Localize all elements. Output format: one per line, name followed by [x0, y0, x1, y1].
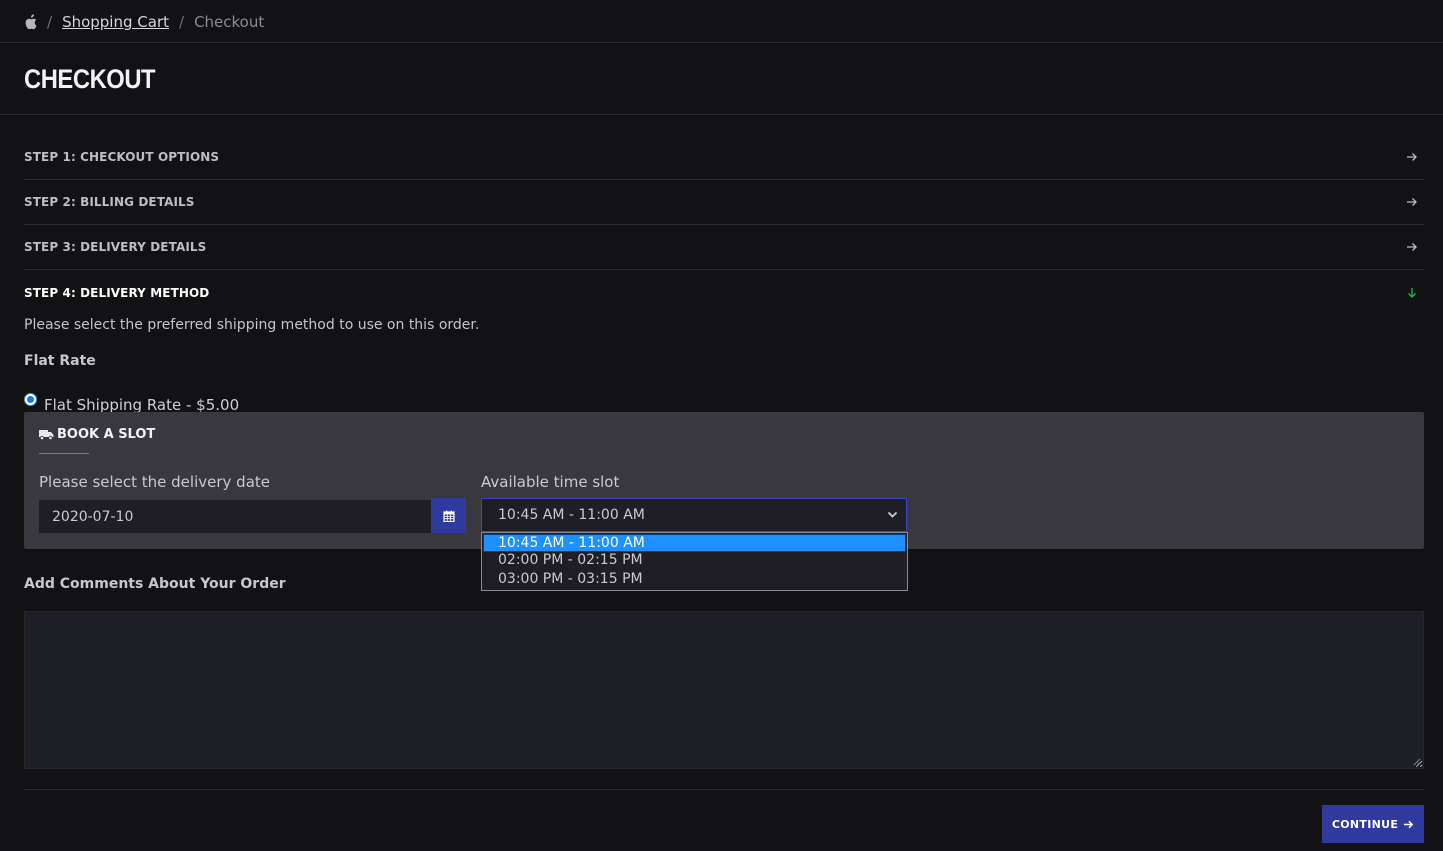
heading-underline — [39, 453, 89, 454]
breadcrumb-shopping-cart-link[interactable]: Shopping Cart — [62, 13, 169, 31]
step-checkout-options[interactable]: STEP 1: CHECKOUT OPTIONS — [24, 135, 1424, 180]
step-label: STEP 4: DELIVERY METHOD — [24, 285, 210, 300]
time-slot-option[interactable]: 10:45 AM - 11:00 AM — [483, 534, 906, 552]
step-label: STEP 3: DELIVERY DETAILS — [24, 240, 207, 254]
resize-handle-icon[interactable] — [1413, 758, 1421, 766]
delivery-date-input[interactable] — [39, 500, 431, 533]
title-divider — [0, 114, 1443, 115]
comments-textarea[interactable] — [24, 611, 1424, 769]
step-label: STEP 1: CHECKOUT OPTIONS — [24, 150, 220, 164]
book-slot-panel: BOOK A SLOT Please select the delivery d… — [24, 412, 1424, 549]
time-slot-select[interactable]: 10:45 AM - 11:00 AM — [481, 498, 907, 532]
page-title: CHECKOUT — [24, 64, 156, 94]
book-slot-heading: BOOK A SLOT — [39, 427, 155, 442]
book-slot-title: BOOK A SLOT — [57, 427, 156, 442]
time-slot-dropdown: 10:45 AM - 11:00 AM 02:00 PM - 02:15 PM … — [481, 532, 908, 591]
footer-divider — [24, 789, 1424, 790]
step-delivery-method[interactable]: STEP 4: DELIVERY METHOD — [24, 270, 1424, 315]
time-slot-label: Available time slot — [481, 473, 620, 491]
shipping-method-title: Flat Rate — [24, 353, 96, 369]
arrow-right-icon — [1407, 243, 1417, 251]
truck-icon — [39, 430, 54, 440]
arrow-right-icon — [1407, 198, 1417, 206]
calendar-icon — [442, 510, 455, 522]
breadcrumb: / Shopping Cart / Checkout — [24, 10, 264, 34]
time-slot-option[interactable]: 03:00 PM - 03:15 PM — [482, 570, 907, 589]
time-slot-option[interactable]: 02:00 PM - 02:15 PM — [482, 551, 907, 570]
checkout-page: / Shopping Cart / Checkout CHECKOUT STEP… — [0, 0, 1443, 851]
calendar-button[interactable] — [431, 498, 466, 533]
comments-label: Add Comments About Your Order — [24, 576, 286, 592]
header-divider — [0, 42, 1443, 43]
apple-icon[interactable] — [24, 14, 37, 30]
continue-label: CONTINUE — [1331, 817, 1399, 831]
continue-button[interactable]: CONTINUE — [1322, 805, 1424, 843]
arrow-right-icon — [1404, 820, 1414, 828]
delivery-instructions: Please select the preferred shipping met… — [24, 317, 480, 333]
chevron-down-icon — [887, 511, 898, 518]
step-billing-details[interactable]: STEP 2: BILLING DETAILS — [24, 180, 1424, 225]
breadcrumb-separator: / — [47, 13, 53, 31]
flat-rate-option[interactable]: Flat Shipping Rate - $5.00 — [24, 388, 239, 414]
arrow-right-icon — [1407, 153, 1417, 161]
flat-rate-radio[interactable] — [24, 392, 37, 406]
step-label: STEP 2: BILLING DETAILS — [24, 195, 195, 209]
step-delivery-details[interactable]: STEP 3: DELIVERY DETAILS — [24, 225, 1424, 270]
arrow-down-icon — [1408, 287, 1416, 298]
breadcrumb-current: Checkout — [194, 13, 265, 31]
breadcrumb-separator: / — [179, 13, 185, 31]
selected-time-slot: 10:45 AM - 11:00 AM — [498, 507, 645, 523]
delivery-date-label: Please select the delivery date — [39, 473, 270, 491]
